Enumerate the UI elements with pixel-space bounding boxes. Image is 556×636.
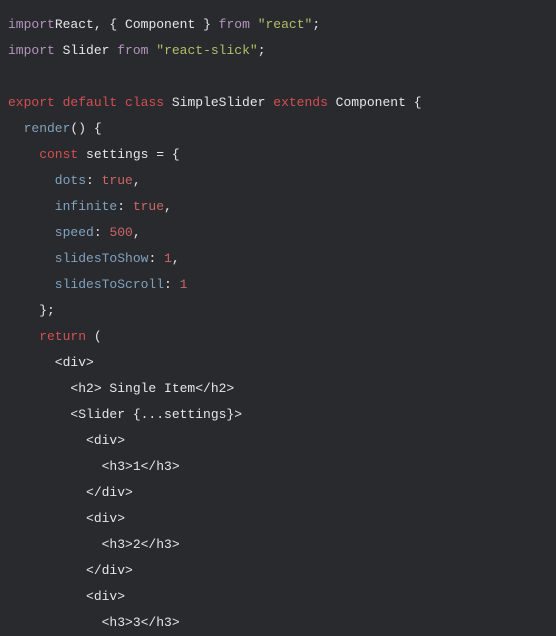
- text: settings = {: [78, 147, 179, 162]
- string: "react-slick": [156, 43, 257, 58]
- number: 500: [109, 225, 132, 240]
- text: , {: [94, 17, 125, 32]
- kw-class: class: [117, 95, 164, 110]
- text: :: [164, 277, 180, 292]
- kw-const: const: [8, 147, 78, 162]
- kw-from: from: [219, 17, 250, 32]
- text: Slider: [55, 43, 117, 58]
- jsx: <div>: [8, 355, 94, 370]
- text: };: [8, 303, 55, 318]
- string: "react": [258, 17, 313, 32]
- text: React: [55, 17, 94, 32]
- kw-import: import: [8, 17, 55, 32]
- number: 1: [164, 251, 172, 266]
- jsx: <h3>3</h3>: [8, 615, 180, 630]
- text: [250, 17, 258, 32]
- prop: infinite: [8, 199, 117, 214]
- text: :: [117, 199, 133, 214]
- text: ;: [258, 43, 266, 58]
- classname: SimpleSlider: [164, 95, 273, 110]
- text: () {: [70, 121, 101, 136]
- text: {: [414, 95, 422, 110]
- prop: slidesToShow: [8, 251, 148, 266]
- kw-extends: extends: [273, 95, 328, 110]
- kw-import: import: [8, 43, 55, 58]
- text: }: [195, 17, 218, 32]
- text: ,: [164, 199, 172, 214]
- jsx: </div>: [8, 563, 133, 578]
- text: ,: [133, 173, 141, 188]
- text: (: [86, 329, 102, 344]
- prop: dots: [8, 173, 86, 188]
- text: :: [148, 251, 164, 266]
- kw-export: export: [8, 95, 55, 110]
- text: ,: [133, 225, 141, 240]
- text: :: [94, 225, 110, 240]
- bool: true: [102, 173, 133, 188]
- method: render: [8, 121, 70, 136]
- text: Component: [328, 95, 414, 110]
- text: ;: [312, 17, 320, 32]
- prop: slidesToScroll: [8, 277, 164, 292]
- jsx: <h2> Single Item</h2>: [8, 381, 234, 396]
- kw-from: from: [117, 43, 148, 58]
- jsx: </div>: [8, 485, 133, 500]
- jsx: <div>: [8, 433, 125, 448]
- text: Component: [125, 17, 195, 32]
- jsx: <div>: [8, 589, 125, 604]
- jsx: <h3>2</h3>: [8, 537, 180, 552]
- bool: true: [133, 199, 164, 214]
- jsx: <div>: [8, 511, 125, 526]
- kw-return: return: [8, 329, 86, 344]
- jsx: <h3>1</h3>: [8, 459, 180, 474]
- number: 1: [180, 277, 188, 292]
- text: :: [86, 173, 102, 188]
- code-block: importReact, { Component } from "react";…: [8, 12, 548, 636]
- text: ,: [172, 251, 180, 266]
- prop: speed: [8, 225, 94, 240]
- jsx: <Slider {...settings}>: [8, 407, 242, 422]
- kw-default: default: [55, 95, 117, 110]
